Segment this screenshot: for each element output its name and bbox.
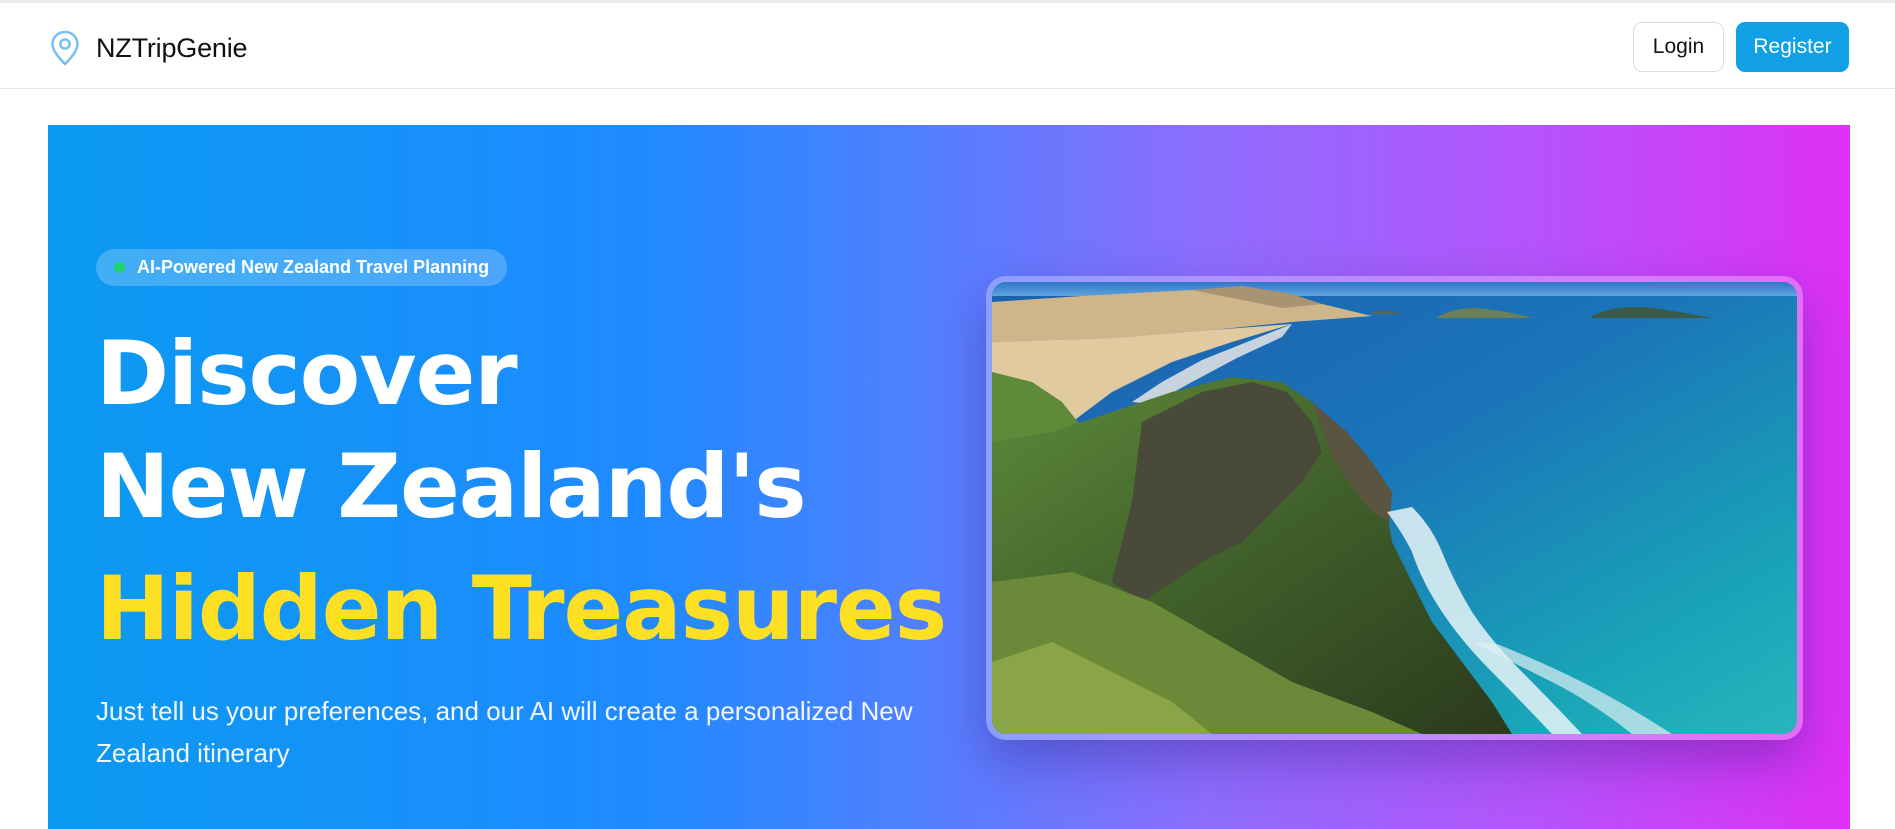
badge-text: AI-Powered New Zealand Travel Planning	[137, 257, 490, 277]
brand[interactable]: NZTripGenie	[48, 28, 248, 68]
top-navbar: NZTripGenie Login Register	[0, 3, 1895, 89]
headline-line-1: Discover	[96, 322, 518, 425]
hero-subtitle: Just tell us your preferences, and our A…	[96, 696, 913, 768]
login-button[interactable]: Login	[1633, 22, 1724, 72]
headline-highlight: Hidden Treasures	[96, 557, 947, 660]
brand-name: NZTripGenie	[96, 32, 248, 63]
feature-badge: AI-Powered New Zealand Travel Planning	[96, 249, 508, 286]
hero-banner: AI-Powered New Zealand Travel Planning D…	[48, 125, 1850, 829]
headline-line-2: New Zealand's	[96, 435, 807, 538]
register-button[interactable]: Register	[1736, 22, 1849, 72]
map-pin-icon	[51, 30, 79, 66]
status-dot	[114, 262, 125, 273]
hero-image-frame	[986, 276, 1803, 740]
coastal-cliffs-photo	[992, 282, 1797, 734]
